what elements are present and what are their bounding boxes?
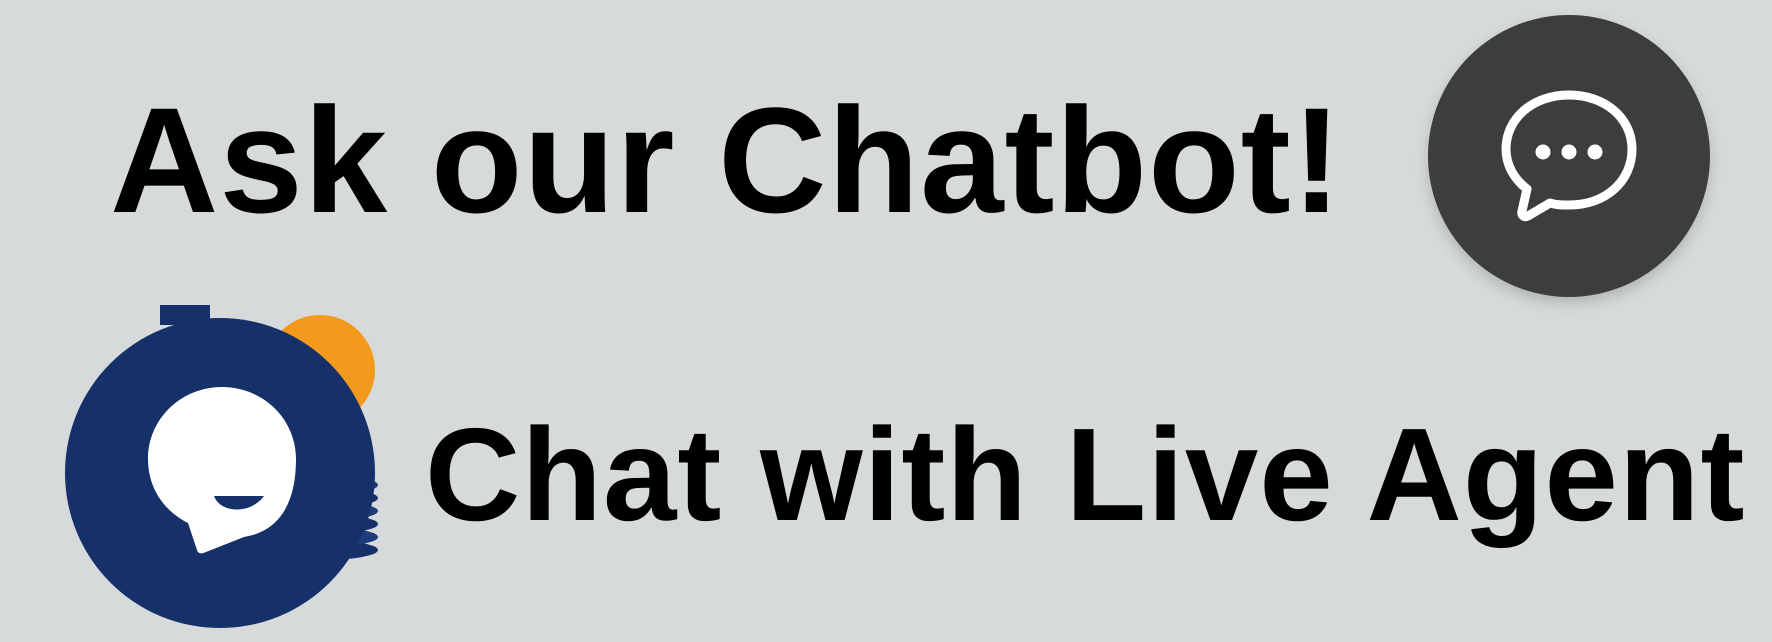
speech-bubble-ellipsis-icon	[1501, 90, 1637, 222]
chatbot-heading[interactable]: Ask our Chatbot!	[110, 75, 1343, 245]
chatbot-row: Ask our Chatbot!	[0, 0, 1772, 310]
smiling-speech-bubble-icon	[65, 305, 378, 628]
chatbot-launch-button[interactable]	[1428, 15, 1710, 297]
live-agent-launch-button[interactable]	[60, 305, 400, 635]
live-agent-heading[interactable]: Chat with Live Agent	[425, 400, 1745, 550]
